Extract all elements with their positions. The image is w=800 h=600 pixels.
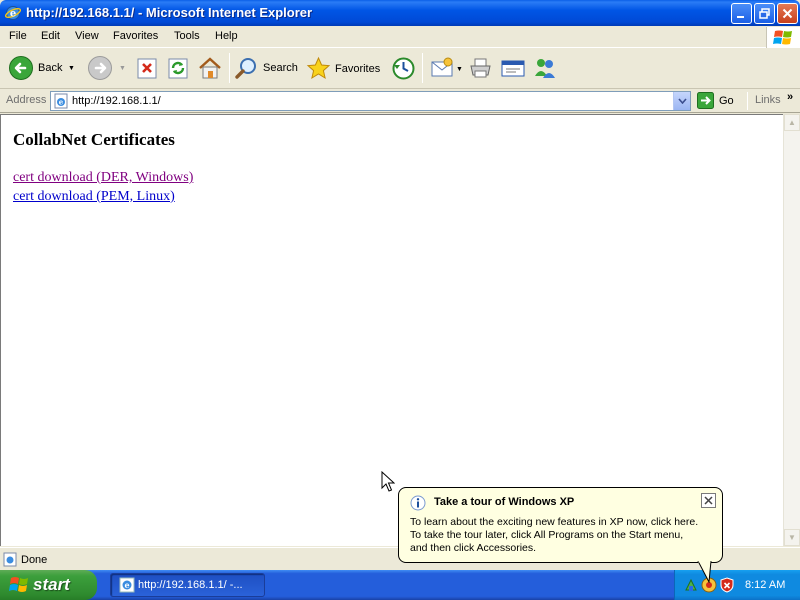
history-button[interactable] (391, 56, 416, 81)
toolbar-separator (422, 53, 423, 83)
menu-file[interactable]: File (9, 30, 27, 42)
balloon-title: Take a tour of Windows XP (434, 496, 575, 508)
mail-icon (431, 57, 453, 77)
links-label[interactable]: Links (755, 94, 781, 106)
balloon-body: To learn about the exciting new features… (410, 516, 715, 555)
menu-view[interactable]: View (75, 30, 99, 42)
forward-dropdown-icon[interactable]: ▼ (119, 65, 126, 72)
page-icon: e (54, 93, 68, 109)
stop-icon (137, 58, 157, 79)
svg-text:e: e (59, 98, 64, 107)
taskbar-ie-window-button[interactable]: e http://192.168.1.1/ -... (110, 573, 265, 597)
menu-edit[interactable]: Edit (41, 30, 60, 42)
ie-icon: e (119, 577, 135, 593)
toolbar-separator (229, 53, 230, 83)
refresh-button[interactable] (167, 57, 189, 79)
printer-icon (470, 58, 491, 78)
history-icon (392, 57, 415, 80)
menu-bar: File Edit View Favorites Tools Help (0, 26, 800, 48)
svg-text:e: e (124, 580, 129, 590)
taskbar-window-label: http://192.168.1.1/ -... (138, 579, 243, 591)
vertical-scrollbar[interactable]: ▲ ▼ (783, 114, 800, 546)
forward-button[interactable] (87, 55, 113, 81)
messenger-button[interactable] (532, 56, 558, 80)
favorites-label: Favorites (335, 62, 381, 75)
close-icon (782, 8, 793, 19)
close-button[interactable] (777, 3, 798, 24)
go-button[interactable]: Go (697, 92, 734, 109)
balloon-line: To learn about the exciting new features… (410, 516, 699, 528)
title-bar[interactable]: e http://192.168.1.1/ - Microsoft Intern… (0, 0, 800, 26)
chevron-down-icon (677, 98, 687, 104)
balloon-line: and then click Accessories. (410, 542, 537, 554)
mail-button[interactable] (430, 57, 455, 79)
back-arrow-icon (9, 56, 33, 80)
home-icon (199, 57, 221, 79)
address-separator (747, 92, 748, 110)
address-label: Address (6, 94, 47, 106)
svg-text:e: e (10, 9, 16, 20)
home-button[interactable] (197, 55, 223, 81)
status-text: Done (21, 554, 48, 566)
menu-favorites[interactable]: Favorites (113, 30, 158, 42)
back-dropdown-icon[interactable]: ▼ (68, 65, 75, 72)
scroll-down-button[interactable]: ▼ (784, 529, 800, 546)
edit-page-icon (501, 60, 525, 77)
page-heading: CollabNet Certificates (13, 130, 175, 149)
messenger-icon (535, 59, 555, 78)
taskbar: start e http://192.168.1.1/ -... 8:12 AM (0, 570, 800, 600)
refresh-icon (168, 58, 188, 79)
search-label: Search (263, 62, 298, 74)
address-dropdown-button[interactable] (673, 92, 690, 110)
clock: 8:12 AM (745, 579, 786, 591)
minimize-icon (737, 16, 744, 18)
close-icon (704, 496, 713, 505)
address-value: http://192.168.1.1/ (72, 95, 161, 107)
balloon-tail (697, 561, 712, 583)
cert-download-pem-link[interactable]: cert download (PEM, Linux) (13, 189, 175, 205)
mouse-cursor-icon (381, 471, 395, 492)
balloon-close-button[interactable] (701, 493, 716, 508)
favorites-button[interactable]: Favorites (306, 56, 380, 81)
balloon-line: To take the tour later, click All Progra… (410, 529, 684, 541)
info-icon (410, 495, 426, 511)
windows-logo (766, 27, 800, 48)
start-button[interactable]: start (0, 570, 97, 600)
cert-download-der-link[interactable]: cert download (DER, Windows) (13, 170, 193, 186)
back-button[interactable]: Back (8, 55, 62, 81)
address-field[interactable]: e http://192.168.1.1/ (50, 91, 691, 111)
window-title: http://192.168.1.1/ - Microsoft Internet… (26, 5, 313, 20)
restore-button[interactable] (754, 3, 775, 24)
page-done-icon (3, 552, 17, 567)
windows-flag-icon (773, 30, 792, 45)
edit-button[interactable] (500, 57, 526, 79)
ie-icon: e (5, 6, 21, 20)
forward-arrow-icon (88, 56, 112, 80)
search-button[interactable]: Search (235, 56, 298, 80)
back-label: Back (38, 62, 63, 74)
print-button[interactable] (468, 57, 493, 79)
tour-balloon-tip[interactable]: Take a tour of Windows XP To learn about… (398, 487, 723, 563)
go-label: Go (719, 94, 734, 107)
links-chevron-icon[interactable]: » (787, 91, 793, 103)
search-icon (235, 58, 256, 79)
system-tray: 8:12 AM (674, 570, 800, 600)
menu-help[interactable]: Help (215, 30, 238, 42)
start-label: start (33, 575, 70, 594)
scroll-up-button[interactable]: ▲ (784, 114, 800, 131)
minimize-button[interactable] (731, 3, 752, 24)
favorites-star-icon (306, 56, 331, 80)
stop-button[interactable] (136, 57, 158, 79)
go-arrow-icon (697, 92, 714, 109)
windows-flag-icon (9, 577, 28, 592)
menu-tools[interactable]: Tools (174, 30, 200, 42)
shield-tray-icon[interactable] (719, 577, 735, 593)
address-bar: Address e http://192.168.1.1/ Go Links » (0, 90, 800, 113)
mail-dropdown-icon[interactable]: ▼ (456, 66, 463, 73)
restore-icon (759, 8, 770, 19)
standard-toolbar: Back ▼ ▼ Search Favorites ▼ (0, 49, 800, 89)
